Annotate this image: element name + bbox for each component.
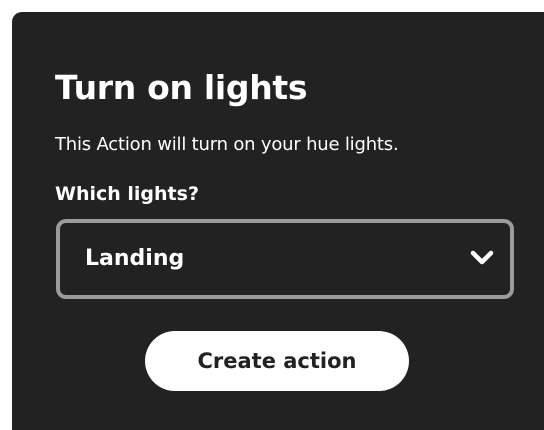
action-description: This Action will turn on your hue lights…: [55, 134, 399, 155]
lights-select-value: Landing: [85, 246, 185, 271]
create-action-button[interactable]: Create action: [145, 331, 409, 391]
action-title: Turn on lights: [55, 68, 308, 107]
which-lights-label: Which lights?: [55, 183, 199, 205]
chevron-down-icon: [470, 250, 494, 265]
action-card: Turn on lights This Action will turn on …: [12, 12, 544, 430]
lights-select[interactable]: Landing: [56, 219, 514, 299]
